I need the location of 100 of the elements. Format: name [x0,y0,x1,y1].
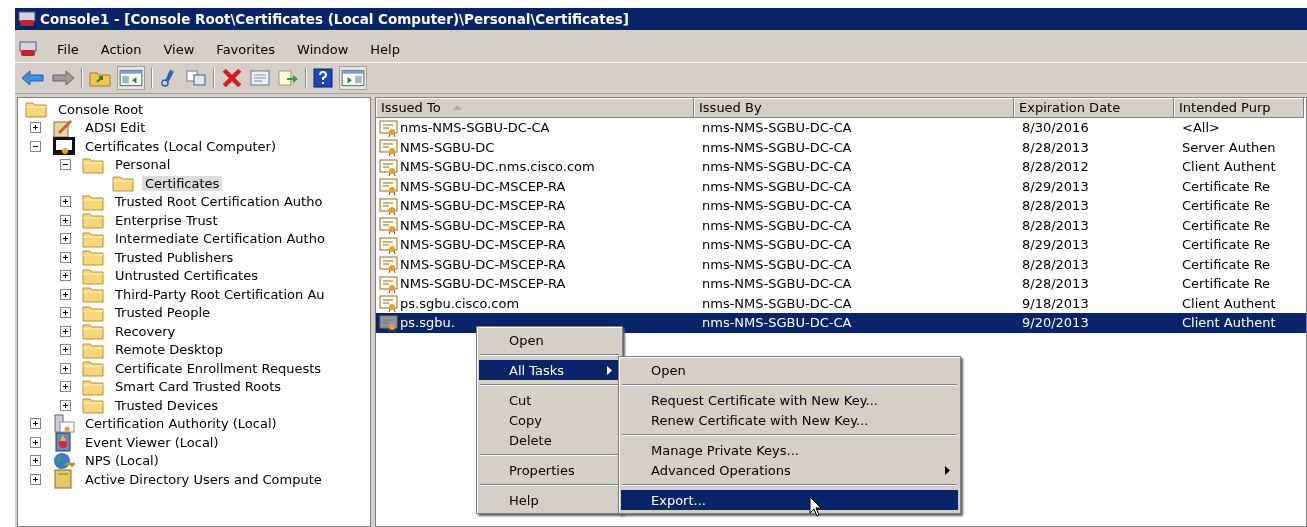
folder-icon [82,396,104,415]
console-icon [18,10,36,28]
tree-item[interactable]: Event Viewer (Local) [82,434,222,450]
tree-pane-icon[interactable] [117,66,145,90]
expand-icon[interactable] [60,325,71,337]
tree-item[interactable]: Trusted Devices [112,397,222,413]
tree-item[interactable]: Console Root [55,101,147,117]
table-row[interactable]: NMS-SGBU-DC-MSCEP-RA nms-NMS-SGBU-DC-CA 8/28/2013 Certificate Re [376,196,1306,216]
table-cell: Certificate Re [1182,237,1271,253]
forward-arrow-icon[interactable] [51,69,75,87]
expand-icon[interactable] [60,307,71,319]
tree-item[interactable]: Active Directory Users and Compute [82,471,325,487]
menu-item[interactable]: Open [479,330,620,350]
back-arrow-icon[interactable] [21,69,45,87]
expand-icon[interactable] [60,381,71,393]
column-header[interactable]: Issued By [694,98,1014,118]
tree-item[interactable]: ADSI Edit [82,120,149,136]
tree-item[interactable]: Trusted Root Certification Autho [112,194,326,210]
tree-item[interactable]: Personal [112,157,174,173]
tree-item[interactable]: Certificate Enrollment Requests [112,360,325,376]
expand-icon[interactable] [30,473,41,485]
menu-item[interactable]: Delete [479,430,620,450]
menu-item[interactable]: Request Certificate with New Key... [621,390,958,410]
tree-item[interactable]: Recovery [112,323,179,339]
table-row[interactable]: NMS-SGBU-DC-MSCEP-RA nms-NMS-SGBU-DC-CA 8/28/2013 Certificate Re [376,215,1306,235]
copy-icon[interactable] [185,69,207,87]
menu-item[interactable]: Cut [479,390,620,410]
table-row[interactable]: ps.sgbu.cisco.com nms-NMS-SGBU-DC-CA 9/18/2013 Client Authent [376,293,1306,313]
table-row[interactable]: NMS-SGBU-DC-MSCEP-RA nms-NMS-SGBU-DC-CA 8/29/2013 Certificate Re [376,176,1306,196]
table-row[interactable]: NMS-SGBU-DC.nms.cisco.com nms-NMS-SGBU-DC-CA 8/28/2012 Client Authent [376,157,1306,177]
menu-item[interactable]: Window [287,41,361,57]
folder-up-icon[interactable] [89,69,111,87]
folder-icon [82,248,104,267]
menu-item[interactable]: File [47,41,91,57]
expand-icon[interactable] [60,288,71,300]
help-icon[interactable] [313,68,333,88]
expand-icon[interactable] [30,122,41,134]
tree-item[interactable]: Intermediate Certification Autho [112,231,328,247]
certificate-icon [379,196,399,215]
collapse-icon[interactable] [30,140,41,152]
folder-icon [82,285,104,304]
menu-item[interactable]: Export... [621,490,958,510]
menu-item[interactable]: Open [621,360,958,380]
table-row[interactable]: ps.sgbu. nms-NMS-SGBU-DC-CA 9/20/2013 Client Authent [376,313,1306,333]
menu-item[interactable]: Renew Certificate with New Key... [621,410,958,430]
menu-item[interactable]: View [153,41,207,57]
menu-item[interactable]: Copy [479,410,620,430]
column-header[interactable]: Issued To [376,98,694,118]
expand-icon[interactable] [60,362,71,374]
expand-icon[interactable] [30,455,41,467]
table-cell: nms-NMS-SGBU-DC-CA [400,120,550,136]
tree-item[interactable]: Untrusted Certificates [112,268,261,284]
tree-item[interactable]: Enterprise Trust [112,212,221,228]
delete-icon[interactable] [221,68,243,88]
table-row[interactable]: NMS-SGBU-DC-MSCEP-RA nms-NMS-SGBU-DC-CA 8/29/2013 Certificate Re [376,235,1306,255]
column-header[interactable]: Intended Purp [1174,98,1304,118]
folder-icon [82,303,104,322]
expand-icon[interactable] [60,399,71,411]
tree-item[interactable]: Certificates (Local Computer) [82,138,280,154]
tree-item[interactable]: Certificates [142,175,223,191]
tree-item[interactable]: Trusted People [112,305,214,321]
table-row[interactable]: NMS-SGBU-DC-MSCEP-RA nms-NMS-SGBU-DC-CA 8/28/2013 Certificate Re [376,274,1306,294]
expand-icon[interactable] [60,270,71,282]
expand-icon[interactable] [60,251,71,263]
table-row[interactable]: nms-NMS-SGBU-DC-CA nms-NMS-SGBU-DC-CA 8/30/2016 <All> [376,118,1306,138]
tree-item[interactable]: Trusted Publishers [112,249,237,265]
menu-item[interactable]: Favorites [206,41,288,57]
action-pane-icon[interactable] [339,66,367,90]
menu-item[interactable]: Properties [479,460,620,480]
export-list-icon[interactable] [277,69,299,87]
console-icon[interactable] [19,40,37,58]
expand-icon[interactable] [60,196,71,208]
menu-item[interactable]: All Tasks [479,360,620,380]
table-row[interactable]: NMS-SGBU-DC nms-NMS-SGBU-DC-CA 8/28/2013 Server Authen [376,137,1306,157]
column-header[interactable]: Expiration Date [1014,98,1174,118]
menu-item[interactable]: Action [90,41,154,57]
expand-icon[interactable] [30,436,41,448]
folder-icon [82,322,104,341]
expand-icon[interactable] [60,233,71,245]
menu-item[interactable]: Manage Private Keys... [621,440,958,460]
menu-item[interactable]: Help [479,490,620,510]
table-cell: ps.sgbu.cisco.com [400,295,520,311]
table-row[interactable]: NMS-SGBU-DC-MSCEP-RA nms-NMS-SGBU-DC-CA 8/28/2013 Certificate Re [376,254,1306,274]
menu-item[interactable]: Help [360,41,412,57]
folder-icon [82,377,104,396]
expand-icon[interactable] [60,344,71,356]
folder-icon [82,192,104,211]
table-cell: Client Authent [1182,295,1276,311]
tree-item[interactable]: NPS (Local) [82,453,162,469]
table-cell: Client Authent [1182,315,1276,331]
table-cell: Certificate Re [1182,178,1271,194]
expand-icon[interactable] [60,214,71,226]
table-cell: NMS-SGBU-DC-MSCEP-RA [400,178,566,194]
tree-item[interactable]: Smart Card Trusted Roots [112,379,285,395]
menu-item[interactable]: Advanced Operations [621,460,958,480]
tree-item[interactable]: Certification Authority (Local) [82,416,280,432]
collapse-icon[interactable] [60,159,71,171]
tree-item[interactable]: Remote Desktop [112,342,226,358]
expand-icon[interactable] [30,418,41,430]
tree-item[interactable]: Third-Party Root Certification Au [112,286,328,302]
